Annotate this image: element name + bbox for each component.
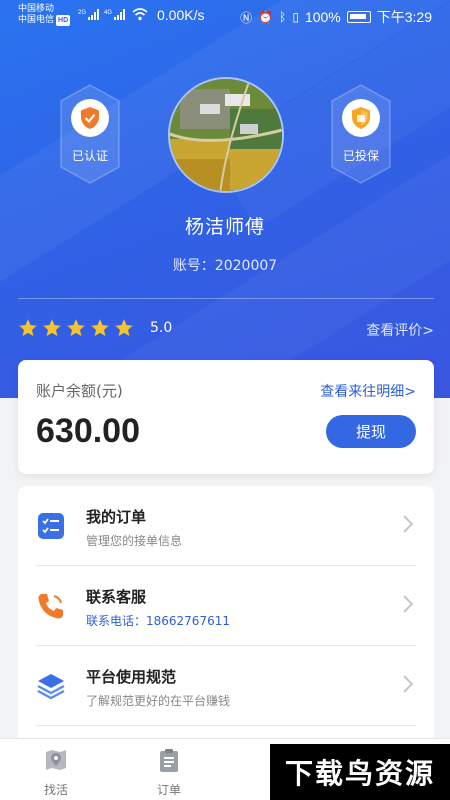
- star-icon: [91, 319, 109, 337]
- nfc-icon: Ⓝ: [240, 10, 253, 25]
- verified-label: 已认证: [71, 149, 108, 163]
- menu-item-platform-rules[interactable]: 平台使用规范 了解规范更好的在平台赚钱: [18, 646, 434, 726]
- chevron-right-icon: [403, 675, 414, 693]
- vibrate-icon: ▯: [292, 10, 299, 24]
- tab-orders[interactable]: 订单: [139, 747, 199, 798]
- divider: [18, 298, 434, 299]
- avatar[interactable]: [168, 77, 284, 193]
- status-bar: 中国移动 中国电信 HD 2G 4G 0.00K/s Ⓝ ⏰ ᛒ ▯ 100% 下…: [0, 0, 450, 32]
- phone-icon: [38, 594, 63, 619]
- layers-icon: [37, 674, 65, 700]
- network-type-2: 4G: [104, 10, 113, 16]
- tab-label: 订单: [156, 783, 181, 797]
- rating-score: 5.0: [150, 320, 173, 336]
- menu-item-my-orders[interactable]: 我的订单 管理您的接单信息: [18, 486, 434, 566]
- watermark-logo: 下载鸟资源: [270, 744, 450, 800]
- tab-find-work[interactable]: 找活: [26, 747, 86, 798]
- clock-time: 下午3:29: [376, 9, 432, 25]
- menu-title: 联系客服: [86, 588, 147, 606]
- menu-subtitle: 联系电话：18662767611: [86, 614, 230, 628]
- star-icon: [67, 319, 85, 337]
- signal-icon: [114, 8, 125, 20]
- star-icon: [19, 319, 37, 337]
- view-reviews-link[interactable]: 查看评价>: [366, 320, 434, 340]
- carrier-2: 中国电信: [18, 14, 55, 24]
- insured-badge: 已投保: [330, 83, 392, 185]
- star-icon: [115, 319, 133, 337]
- bluetooth-icon: ᛒ: [279, 10, 287, 24]
- rating-stars: 5.0: [18, 318, 172, 338]
- insurance-shield-icon: [342, 99, 380, 137]
- account-number: 账号：2020007: [172, 258, 278, 274]
- menu-item-customer-service[interactable]: 联系客服 联系电话：18662767611: [18, 566, 434, 646]
- menu-card: 我的订单 管理您的接单信息 联系客服 联系电话：18662767611 平台使用…: [18, 486, 434, 746]
- carrier-1: 中国移动: [18, 3, 55, 13]
- insured-label: 已投保: [342, 149, 379, 163]
- user-name: 杨洁师傅: [184, 216, 265, 238]
- order-list-icon: [38, 513, 64, 539]
- hd-badge: HD: [56, 15, 71, 26]
- divider: [36, 725, 416, 726]
- network-speed: 0.00K/s: [157, 7, 205, 23]
- transaction-detail-link[interactable]: 查看来往明细>: [320, 381, 416, 401]
- tab-label: 找活: [43, 783, 68, 797]
- balance-card: 账户余额(元) 查看来往明细> 630.00 提现: [18, 360, 434, 474]
- network-type-1: 2G: [78, 10, 87, 16]
- clipboard-icon: [160, 749, 178, 772]
- withdraw-button[interactable]: 提现: [326, 415, 416, 448]
- alarm-icon: ⏰: [258, 10, 274, 24]
- menu-subtitle: 了解规范更好的在平台赚钱: [86, 694, 231, 708]
- wifi-icon: [132, 8, 148, 21]
- verified-badge: 已认证: [59, 83, 121, 185]
- menu-title: 平台使用规范: [86, 668, 177, 686]
- star-icon: [43, 319, 61, 337]
- chevron-right-icon: [403, 515, 414, 533]
- chevron-right-icon: [403, 595, 414, 613]
- balance-label: 账户余额(元): [36, 382, 123, 400]
- carrier-info: 中国移动 中国电信 HD: [18, 3, 71, 26]
- battery-percent: 100%: [304, 9, 341, 25]
- verified-shield-icon: [71, 99, 109, 137]
- avatar-image: [170, 79, 282, 191]
- battery-icon: [346, 11, 371, 23]
- map-pin-icon: [46, 750, 66, 770]
- signal-icon: [88, 8, 99, 20]
- menu-subtitle: 管理您的接单信息: [86, 534, 183, 548]
- balance-amount: 630.00: [36, 412, 140, 450]
- menu-title: 我的订单: [86, 508, 147, 526]
